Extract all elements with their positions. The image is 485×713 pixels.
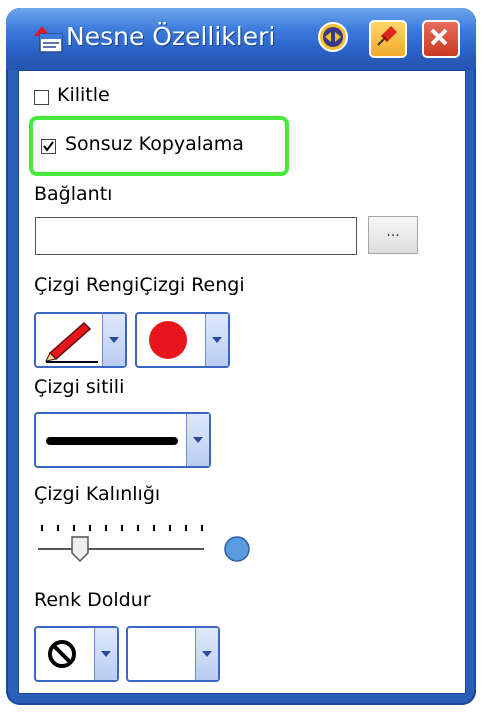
pen-style-dropdown-arrow[interactable] bbox=[102, 314, 125, 366]
line-width-slider[interactable] bbox=[34, 519, 264, 569]
properties-panel: Kilitle Sonsuz Kopyalama Bağlantı ... Çi… bbox=[18, 70, 466, 694]
chevron-down-icon bbox=[212, 337, 222, 343]
title-bar[interactable]: Nesne Özellikleri bbox=[6, 8, 476, 70]
line-style-preview bbox=[46, 437, 178, 445]
lock-checkbox[interactable] bbox=[34, 90, 49, 105]
pen-icon bbox=[45, 321, 98, 363]
line-style-dropdown[interactable] bbox=[34, 412, 211, 468]
link-input[interactable] bbox=[35, 217, 357, 255]
close-button[interactable] bbox=[422, 20, 460, 58]
chevron-down-icon bbox=[193, 437, 203, 443]
line-style-dropdown-arrow[interactable] bbox=[186, 414, 209, 466]
line-color-swatch bbox=[149, 321, 187, 359]
line-width-label: Çizgi Kalınlığı bbox=[34, 483, 161, 505]
chevron-down-icon bbox=[202, 651, 212, 657]
slider-thumb[interactable] bbox=[71, 536, 89, 563]
properties-window: Nesne Özellikleri Kilitle Sonsuz Kopyala… bbox=[6, 8, 476, 705]
chevron-down-icon bbox=[101, 651, 111, 657]
fill-color-label: Renk Doldur bbox=[34, 589, 151, 611]
line-color-dropdown-arrow[interactable] bbox=[205, 314, 228, 366]
navigate-button[interactable] bbox=[316, 20, 350, 54]
link-label: Bağlantı bbox=[34, 183, 113, 205]
pin-button[interactable] bbox=[369, 20, 407, 58]
chevron-down-icon bbox=[109, 337, 119, 343]
infinite-copy-checkbox[interactable] bbox=[41, 139, 56, 154]
infinite-copy-label: Sonsuz Kopyalama bbox=[65, 133, 244, 155]
slider-ticks bbox=[41, 525, 203, 531]
line-color-dropdown[interactable] bbox=[135, 312, 230, 368]
window-title: Nesne Özellikleri bbox=[66, 22, 276, 51]
fill-color-dropdown[interactable] bbox=[126, 626, 220, 682]
fill-type-dropdown[interactable] bbox=[34, 626, 119, 682]
fill-color-dropdown-arrow[interactable] bbox=[195, 628, 218, 680]
line-color-label: Çizgi RengiÇizgi Rengi bbox=[34, 274, 245, 296]
browse-button[interactable]: ... bbox=[368, 216, 418, 254]
lock-label: Kilitle bbox=[57, 84, 110, 106]
navigate-icon bbox=[318, 22, 348, 52]
checkmark-icon bbox=[43, 141, 54, 152]
slider-knob-icon[interactable] bbox=[224, 536, 250, 562]
properties-icon bbox=[34, 26, 63, 53]
fill-type-dropdown-arrow[interactable] bbox=[94, 628, 117, 680]
pin-icon bbox=[377, 26, 397, 46]
close-icon bbox=[430, 28, 448, 46]
pen-style-dropdown[interactable] bbox=[34, 312, 127, 368]
no-fill-icon bbox=[48, 640, 76, 668]
line-style-label: Çizgi sitili bbox=[34, 376, 125, 398]
